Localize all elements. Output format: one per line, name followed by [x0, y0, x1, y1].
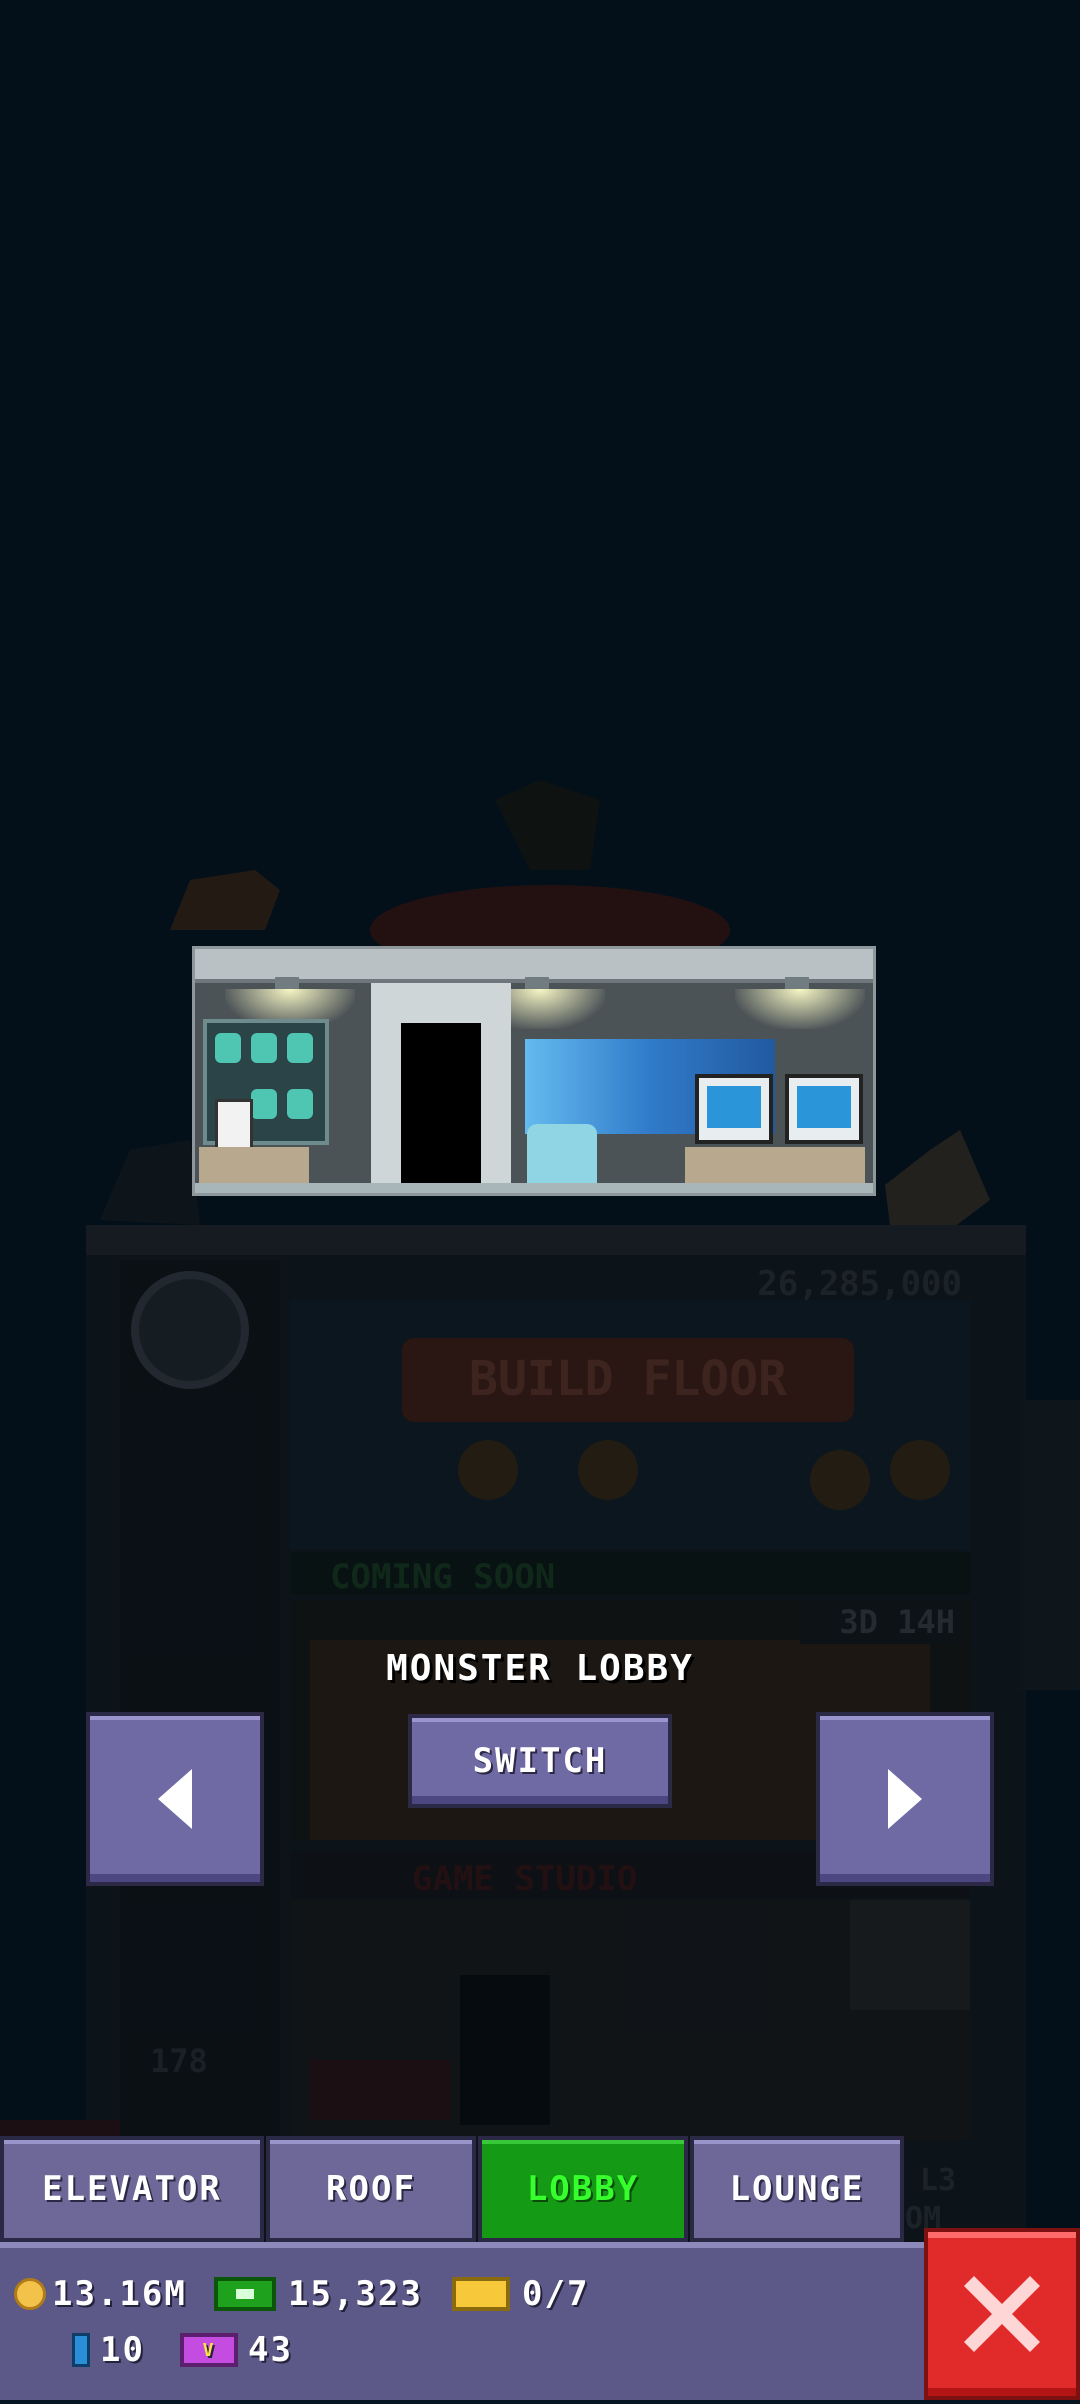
tab-elevator[interactable]: ELEVATOR	[0, 2136, 264, 2242]
vip-icon: V	[180, 2333, 238, 2367]
toucan-silhouette	[495, 780, 600, 870]
arrow-left-icon	[158, 1769, 192, 1829]
monitor	[695, 1074, 773, 1144]
currency-bar: 13.16M 15,323 0/7 10 V 43	[0, 2242, 1080, 2400]
previous-lobby-button[interactable]	[86, 1712, 264, 1886]
build-floor-area	[290, 1300, 970, 1550]
tickets-value: 0/7	[522, 2274, 590, 2314]
ticket-icon	[452, 2277, 510, 2311]
lobby-preview	[192, 946, 876, 1196]
gorilla-silhouette	[100, 1140, 200, 1225]
tab-lobby[interactable]: LOBBY	[478, 2136, 688, 2242]
tickets-stat: 0/7	[452, 2274, 589, 2314]
id-card	[215, 1099, 253, 1153]
coin-icon	[14, 2278, 46, 2310]
next-lobby-button[interactable]	[816, 1712, 994, 1886]
close-icon	[964, 2276, 1040, 2352]
books-value: 10	[100, 2330, 145, 2370]
category-tabs: ELEVATOR ROOF LOBBY LOUNGE	[0, 2136, 920, 2242]
side-floor-label: L3	[920, 2163, 956, 2198]
bux-icon	[214, 2277, 276, 2311]
arrow-right-icon	[888, 1769, 922, 1829]
floor-name-label: GAME STUDIO	[412, 1859, 637, 1899]
books-stat: 10	[72, 2330, 145, 2370]
coins-value: 13.16M	[52, 2274, 187, 2314]
giraffe-silhouette	[885, 1130, 990, 1230]
dog-silhouette	[170, 870, 280, 930]
coins-stat: 13.16M	[14, 2274, 187, 2314]
vip-stat: V 43	[180, 2330, 293, 2370]
vip-value: 43	[248, 2330, 293, 2370]
tower-scene: BUILD FLOOR 26,285,000 COMING SOON 3D 14…	[0, 0, 1080, 2404]
book-icon	[72, 2333, 90, 2367]
switch-button[interactable]: SWITCH	[408, 1714, 672, 1808]
elevator-door	[371, 983, 511, 1193]
bux-stat: 15,323	[214, 2274, 423, 2314]
close-button[interactable]	[924, 2228, 1080, 2400]
lobby-name: MONSTER LOBBY	[386, 1648, 694, 1689]
coming-soon-label: COMING SOON	[330, 1557, 555, 1597]
build-floor-label: BUILD FLOOR	[469, 1351, 787, 1407]
build-floor-cost: 26,285,000	[757, 1264, 962, 1304]
tower-backdrop: BUILD FLOOR 26,285,000 COMING SOON 3D 14…	[0, 780, 1080, 2404]
floor-number: 178	[150, 2042, 208, 2080]
floor-timer: 3D 14H	[839, 1603, 955, 1641]
tab-lounge[interactable]: LOUNGE	[690, 2136, 904, 2242]
monitor	[785, 1074, 863, 1144]
tab-roof[interactable]: ROOF	[266, 2136, 476, 2242]
elevator-shaft	[120, 1260, 280, 2160]
bux-value: 15,323	[288, 2274, 423, 2314]
